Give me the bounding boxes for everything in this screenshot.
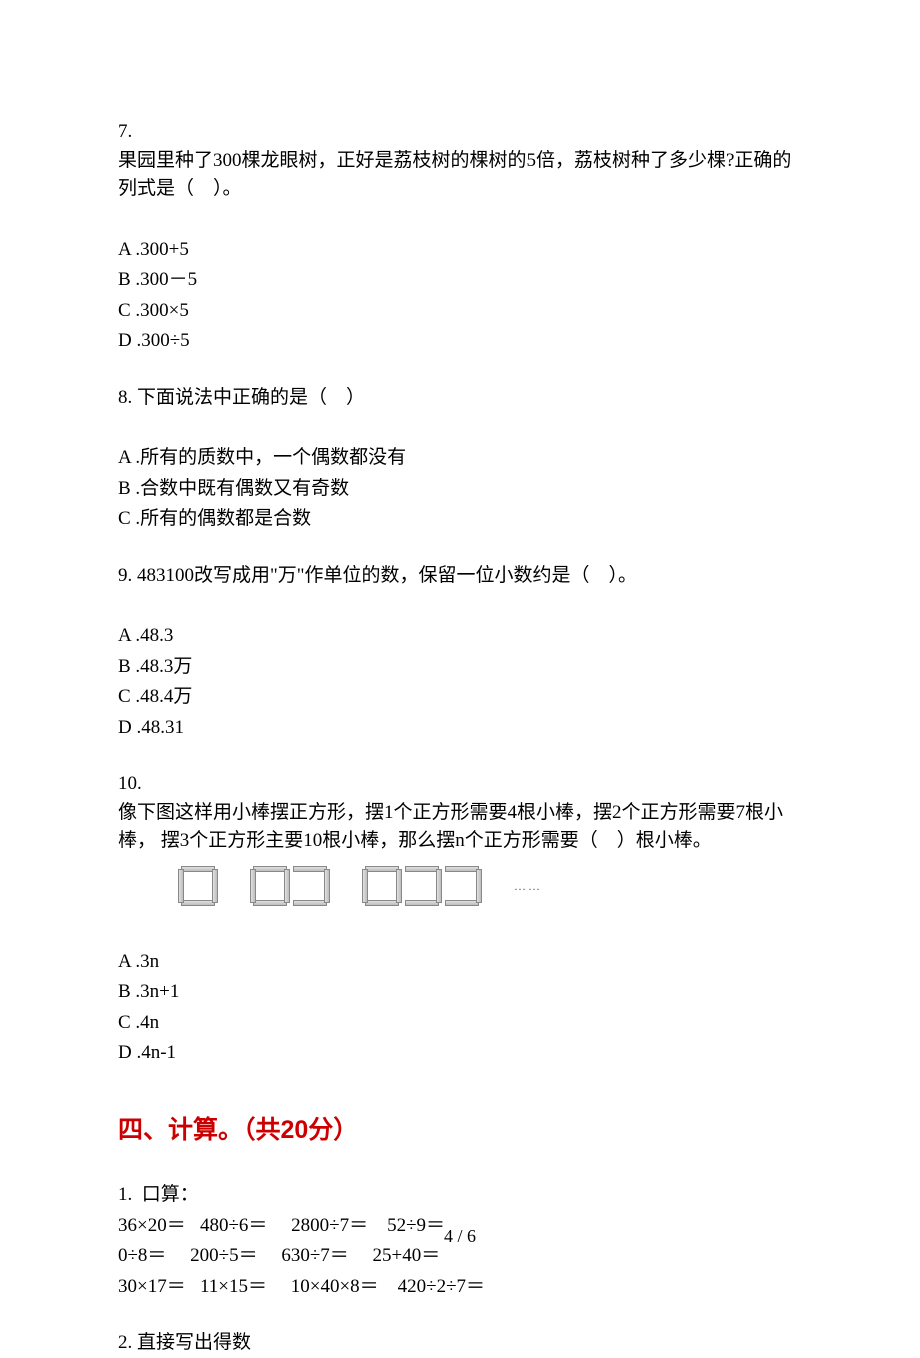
option-c: C .300×5: [118, 297, 806, 326]
square-group-2: [250, 866, 330, 906]
question-10: 10. 像下图这样用小棒摆正方形，摆1个正方形需要4根小棒，摆2个正方形需要7根…: [118, 770, 806, 1068]
option-d: D .300÷5: [118, 327, 806, 356]
square-icon: [362, 866, 402, 906]
question-7-number: 7.: [118, 118, 806, 147]
option-c: C .所有的偶数都是合数: [118, 505, 806, 534]
option-a: A .300+5: [118, 236, 806, 265]
square-group-1: [178, 866, 218, 906]
matchstick-figure: ……: [178, 866, 806, 906]
square-icon: [178, 866, 218, 906]
question-9-stem: 9. 483100改写成用"万"作单位的数，保留一位小数约是（ ）。: [118, 562, 806, 591]
option-b: B .3n+1: [118, 978, 806, 1007]
document-page: 7. 果园里种了300棵龙眼树，正好是荔枝树的棵树的5倍，荔枝树种了多少棵?正确…: [0, 0, 920, 1302]
calc-1-stem: 1. 口算：: [118, 1184, 199, 1205]
square-icon: [290, 866, 330, 906]
question-10-options: A .3n B .3n+1 C .4n D .4n-1: [118, 948, 806, 1068]
calc-1-line3: 30×17＝ 11×15＝ 10×40×8＝ 420÷2÷7＝: [118, 1276, 485, 1297]
question-10-text: 像下图这样用小棒摆正方形，摆1个正方形需要4根小棒，摆2个正方形需要7根小棒， …: [118, 799, 806, 856]
question-7-options: A .300+5 B .300－5 C .300×5 D .300÷5: [118, 236, 806, 356]
square-group-3: [362, 866, 482, 906]
square-icon: [402, 866, 442, 906]
option-a: A .48.3: [118, 622, 806, 651]
square-icon: [442, 866, 482, 906]
option-d: D .4n-1: [118, 1039, 806, 1068]
option-a: A .3n: [118, 948, 806, 977]
option-c: C .4n: [118, 1009, 806, 1038]
square-icon: [250, 866, 290, 906]
page-number: 4 / 6: [0, 1223, 920, 1250]
section-4-title: 四、计算。（共20分）: [118, 1112, 806, 1150]
question-8-stem: 8. 下面说法中正确的是（ ）: [118, 384, 806, 413]
question-7-text: 果园里种了300棵龙眼树，正好是荔枝树的棵树的5倍，荔枝树种了多少棵?正确的列式…: [118, 147, 806, 204]
option-a: A .所有的质数中，一个偶数都没有: [118, 444, 806, 473]
question-8: 8. 下面说法中正确的是（ ） A .所有的质数中，一个偶数都没有 B .合数中…: [118, 384, 806, 534]
question-7: 7. 果园里种了300棵龙眼树，正好是荔枝树的棵树的5倍，荔枝树种了多少棵?正确…: [118, 118, 806, 356]
option-c: C .48.4万: [118, 683, 806, 712]
option-b: B .48.3万: [118, 653, 806, 682]
option-d: D .48.31: [118, 714, 806, 743]
option-b: B .合数中既有偶数又有奇数: [118, 475, 806, 504]
question-9-options: A .48.3 B .48.3万 C .48.4万 D .48.31: [118, 622, 806, 742]
question-8-options: A .所有的质数中，一个偶数都没有 B .合数中既有偶数又有奇数 C .所有的偶…: [118, 444, 806, 534]
ellipsis-icon: ……: [514, 877, 542, 895]
option-b: B .300－5: [118, 266, 806, 295]
calc-question-2: 2. 直接写出得数: [118, 1329, 806, 1358]
question-10-number: 10.: [118, 770, 806, 799]
question-9: 9. 483100改写成用"万"作单位的数，保留一位小数约是（ ）。 A .48…: [118, 562, 806, 743]
calc-2-stem: 2. 直接写出得数: [118, 1332, 251, 1353]
